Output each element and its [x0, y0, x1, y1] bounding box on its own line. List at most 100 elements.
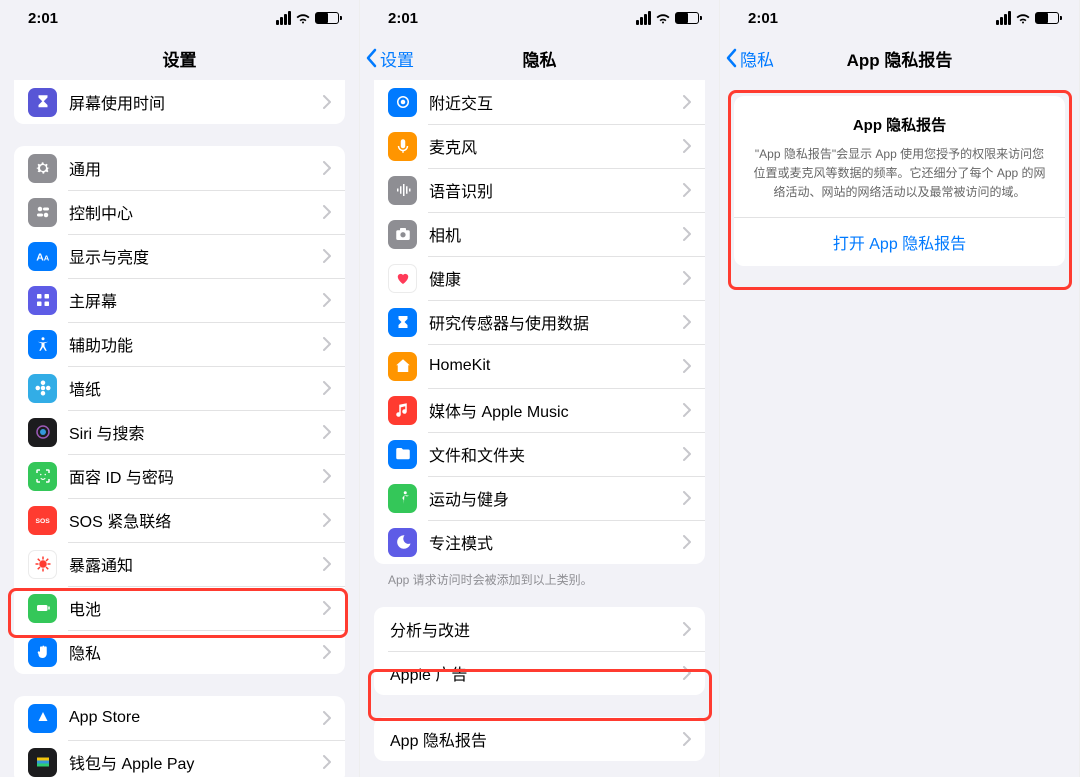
row-apple-ads[interactable]: Apple 广告 [374, 651, 705, 695]
chevron-right-icon [683, 315, 691, 329]
row-label: 主屏幕 [69, 288, 323, 312]
chevron-right-icon [323, 95, 331, 109]
chevron-right-icon [683, 732, 691, 746]
row-sos[interactable]: SOS SOS 紧急联络 [14, 498, 345, 542]
row-home-screen[interactable]: 主屏幕 [14, 278, 345, 322]
hand-icon [28, 638, 57, 667]
page-title: 隐私 [523, 46, 557, 71]
row-control-center[interactable]: 控制中心 [14, 190, 345, 234]
svg-text:SOS: SOS [35, 518, 50, 525]
row-face-id[interactable]: 面容 ID 与密码 [14, 454, 345, 498]
settings-group-screentime: 屏幕使用时间 [14, 80, 345, 124]
moon-icon [388, 528, 417, 557]
row-screen-time[interactable]: 屏幕使用时间 [14, 80, 345, 124]
row-label: 墙纸 [69, 376, 323, 400]
chevron-right-icon [323, 469, 331, 483]
row-label: App 隐私报告 [390, 727, 683, 751]
row-privacy[interactable]: 隐私 [14, 630, 345, 674]
row-label: 文件和文件夹 [429, 442, 683, 466]
row-homekit[interactable]: HomeKit [374, 344, 705, 388]
sos-icon: SOS [28, 506, 57, 535]
running-icon [388, 484, 417, 513]
chevron-right-icon [323, 381, 331, 395]
row-label: 显示与亮度 [69, 244, 323, 268]
row-accessibility[interactable]: 辅助功能 [14, 322, 345, 366]
heart-icon [388, 264, 417, 293]
status-indicators [636, 11, 699, 25]
switches-icon [28, 198, 57, 227]
chevron-right-icon [683, 95, 691, 109]
row-label: App Store [69, 709, 323, 727]
row-label: 通用 [69, 156, 323, 180]
chevron-right-icon [683, 139, 691, 153]
row-microphone[interactable]: 麦克风 [374, 124, 705, 168]
chevron-right-icon [683, 447, 691, 461]
row-fitness[interactable]: 运动与健身 [374, 476, 705, 520]
row-wallpaper[interactable]: 墙纸 [14, 366, 345, 410]
row-battery[interactable]: 电池 [14, 586, 345, 630]
row-label: Apple 广告 [390, 661, 683, 685]
group-footnote: App 请求访问时会被添加到以上类别。 [360, 572, 719, 607]
back-button[interactable]: 隐私 [726, 46, 774, 71]
microphone-icon [388, 132, 417, 161]
row-files[interactable]: 文件和文件夹 [374, 432, 705, 476]
row-exposure[interactable]: 暴露通知 [14, 542, 345, 586]
siri-icon [28, 418, 57, 447]
row-research[interactable]: 研究传感器与使用数据 [374, 300, 705, 344]
chevron-right-icon [323, 601, 331, 615]
chevron-right-icon [323, 711, 331, 725]
battery-icon [675, 12, 699, 24]
battery-icon [1035, 12, 1059, 24]
row-focus[interactable]: 专注模式 [374, 520, 705, 564]
privacy-group-report: App 隐私报告 [374, 717, 705, 761]
chevron-right-icon [323, 513, 331, 527]
battery-icon [28, 594, 57, 623]
row-label: 面容 ID 与密码 [69, 464, 323, 488]
folder-icon [388, 440, 417, 469]
row-label: 钱包与 Apple Pay [69, 750, 323, 774]
nav-header: 隐私 App 隐私报告 [720, 36, 1079, 80]
signal-icon [276, 11, 291, 25]
status-time: 2:01 [388, 10, 418, 27]
status-time: 2:01 [748, 10, 778, 27]
row-label: 屏幕使用时间 [69, 90, 323, 114]
virus-icon [28, 550, 57, 579]
row-siri[interactable]: Siri 与搜索 [14, 410, 345, 454]
row-media[interactable]: 媒体与 Apple Music [374, 388, 705, 432]
card-text: "App 隐私报告"会显示 App 使用您授予的权限来访问您位置或麦克风等数据的… [750, 145, 1049, 203]
chevron-right-icon [323, 337, 331, 351]
back-button[interactable]: 设置 [366, 46, 414, 71]
row-nearby[interactable]: 附近交互 [374, 80, 705, 124]
chevron-right-icon [683, 403, 691, 417]
row-label: 分析与改进 [390, 617, 683, 641]
row-app-privacy-report[interactable]: App 隐私报告 [374, 717, 705, 761]
nearby-icon [388, 88, 417, 117]
row-camera[interactable]: 相机 [374, 212, 705, 256]
privacy-group-analytics: 分析与改进 Apple 广告 [374, 607, 705, 695]
status-indicators [276, 11, 339, 25]
row-label: 相机 [429, 222, 683, 246]
row-label: 研究传感器与使用数据 [429, 310, 683, 334]
status-bar: 2:01 [0, 0, 359, 36]
accessibility-icon [28, 330, 57, 359]
row-analytics[interactable]: 分析与改进 [374, 607, 705, 651]
status-bar: 2:01 [360, 0, 719, 36]
research-icon [388, 308, 417, 337]
row-health[interactable]: 健康 [374, 256, 705, 300]
enable-report-button[interactable]: 打开 App 隐私报告 [734, 218, 1065, 266]
status-indicators [996, 11, 1059, 25]
row-label: 运动与健身 [429, 486, 683, 510]
row-label: SOS 紧急联络 [69, 508, 323, 532]
row-speech[interactable]: 语音识别 [374, 168, 705, 212]
row-label: 媒体与 Apple Music [429, 398, 683, 422]
chevron-right-icon [683, 622, 691, 636]
chevron-right-icon [683, 271, 691, 285]
row-general[interactable]: 通用 [14, 146, 345, 190]
row-label: 专注模式 [429, 530, 683, 554]
row-display[interactable]: AA 显示与亮度 [14, 234, 345, 278]
hourglass-icon [28, 88, 57, 117]
home-icon [388, 352, 417, 381]
row-label: 语音识别 [429, 178, 683, 202]
row-wallet[interactable]: 钱包与 Apple Pay [14, 740, 345, 777]
row-app-store[interactable]: App Store [14, 696, 345, 740]
